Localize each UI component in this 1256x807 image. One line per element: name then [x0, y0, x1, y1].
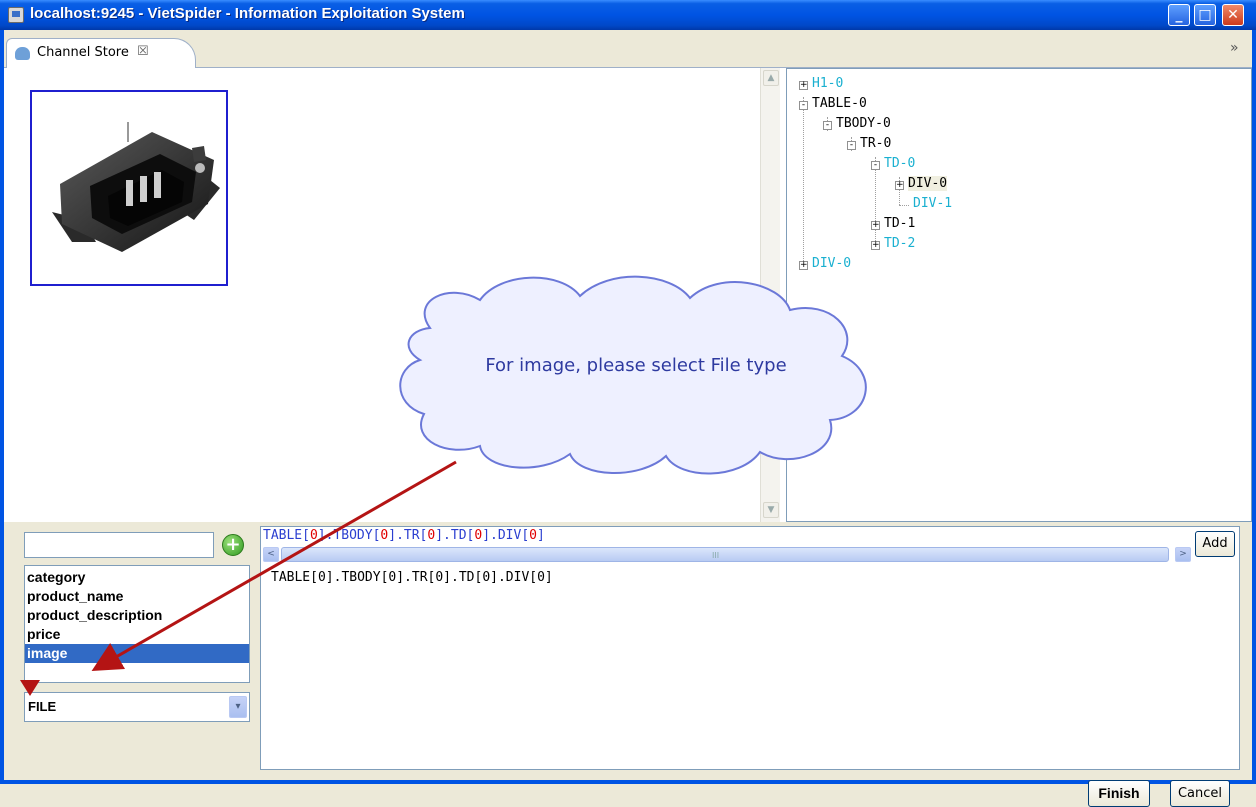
list-item[interactable]: price — [25, 625, 249, 644]
tree-node-selected[interactable]: + DIV-0 — [895, 175, 948, 193]
finish-button[interactable]: Finish — [1088, 780, 1150, 807]
collapse-icon[interactable]: - — [799, 101, 808, 110]
xpath-segment: ].TBODY[ — [317, 528, 381, 543]
list-item[interactable]: category — [25, 568, 249, 587]
tab-strip: Channel Store ☒ » — [4, 30, 1252, 68]
list-item-selected[interactable]: image — [25, 644, 249, 663]
app-window: localhost:9245 - VietSpider - Informatio… — [0, 0, 1256, 807]
tree-node[interactable]: + TD-2 — [871, 235, 915, 253]
callout-text: For image, please select File type — [485, 355, 787, 376]
maximize-button[interactable]: □ — [1194, 4, 1216, 26]
window-title: localhost:9245 - VietSpider - Informatio… — [30, 5, 465, 22]
xpath-index: 0 — [474, 528, 483, 543]
tree-node[interactable]: - TD-0 — [871, 155, 915, 173]
page-preview — [22, 88, 762, 520]
minimize-button[interactable]: _ — [1168, 4, 1190, 26]
close-tab-icon[interactable]: ☒ — [137, 44, 149, 59]
field-list[interactable]: category product_name product_descriptio… — [24, 565, 250, 683]
scroll-right-icon[interactable]: > — [1175, 547, 1191, 562]
editor-area: ▲ ▼ + H1-0 - TABLE-0 - TBODY-0 - TR-0 - TD-0 … — [4, 68, 1252, 807]
xpath-index: 0 — [309, 528, 318, 543]
new-field-input[interactable] — [24, 532, 214, 558]
expand-icon[interactable]: + — [895, 181, 904, 190]
expand-icon[interactable]: + — [799, 261, 808, 270]
scroll-left-icon[interactable]: < — [263, 547, 279, 562]
field-type-value: FILE — [28, 699, 57, 714]
product-image[interactable] — [30, 90, 228, 286]
tree-node[interactable]: + H1-0 — [799, 75, 843, 93]
client-area: Channel Store ☒ » ▲ ▼ + H1-0 - TABLE-0 -… — [4, 30, 1252, 807]
xpath-segment: ] — [536, 528, 545, 543]
xpath-editor[interactable]: TABLE[0].TBODY[0].TR[0].TD[0].DIV[0] < I… — [260, 526, 1240, 770]
dom-tree[interactable]: + H1-0 - TABLE-0 - TBODY-0 - TR-0 - TD-0 + DIV… — [786, 68, 1252, 522]
expand-icon[interactable]: + — [871, 241, 880, 250]
title-bar[interactable]: localhost:9245 - VietSpider - Informatio… — [0, 0, 1256, 30]
tree-node[interactable]: + TD-1 — [871, 215, 915, 233]
add-xpath-button[interactable]: Add — [1195, 531, 1235, 557]
collapse-icon[interactable]: - — [871, 161, 880, 170]
tab-channel-store[interactable]: Channel Store ☒ — [6, 38, 196, 68]
xpath-index: 0 — [529, 528, 537, 543]
xpath-segment: ].DIV[ — [482, 528, 530, 543]
cancel-button[interactable]: Cancel — [1170, 780, 1230, 807]
collapse-icon[interactable]: - — [847, 141, 856, 150]
close-button[interactable]: ✕ — [1222, 4, 1244, 26]
xpath-scrollbar[interactable]: < III > — [263, 546, 1193, 563]
expand-icon[interactable]: + — [799, 81, 808, 90]
xpath-result[interactable]: TABLE[0].TBODY[0].TR[0].TD[0].DIV[0] — [271, 570, 553, 585]
list-item[interactable]: product_description — [25, 606, 249, 625]
tree-node[interactable]: + DIV-0 — [799, 255, 851, 273]
scroll-down-icon[interactable]: ▼ — [763, 502, 779, 518]
tree-node[interactable]: - TABLE-0 — [799, 95, 867, 113]
scroll-up-icon[interactable]: ▲ — [763, 70, 779, 86]
list-item[interactable]: product_name — [25, 587, 249, 606]
field-mapping-panel: + category product_name product_descript… — [4, 522, 1252, 807]
xpath-segment: ].TD[ — [435, 528, 475, 543]
preview-scrollbar[interactable]: ▲ ▼ — [760, 68, 780, 522]
xpath-path[interactable]: TABLE[0].TBODY[0].TR[0].TD[0].DIV[0] — [263, 528, 545, 543]
app-icon — [8, 7, 24, 23]
power-socket-icon — [52, 122, 220, 252]
add-field-icon[interactable]: + — [222, 534, 244, 556]
xpath-segment: TABLE[ — [263, 528, 310, 543]
xpath-segment: ].TR[ — [388, 528, 428, 543]
tree-node[interactable]: - TBODY-0 — [823, 115, 891, 133]
chevron-down-icon[interactable]: ▾ — [229, 696, 247, 718]
field-type-select[interactable]: FILE ▾ — [24, 692, 250, 722]
collapse-icon[interactable]: - — [823, 121, 832, 130]
expand-icon[interactable]: + — [871, 221, 880, 230]
scroll-thumb[interactable]: III — [281, 547, 1169, 562]
tab-label: Channel Store — [37, 45, 129, 60]
channel-icon — [15, 47, 30, 60]
scroll-grip: III — [712, 551, 720, 560]
more-tabs-icon[interactable]: » — [1230, 40, 1239, 56]
tree-node[interactable]: - TR-0 — [847, 135, 891, 153]
tree-node[interactable]: DIV-1 — [913, 195, 952, 213]
